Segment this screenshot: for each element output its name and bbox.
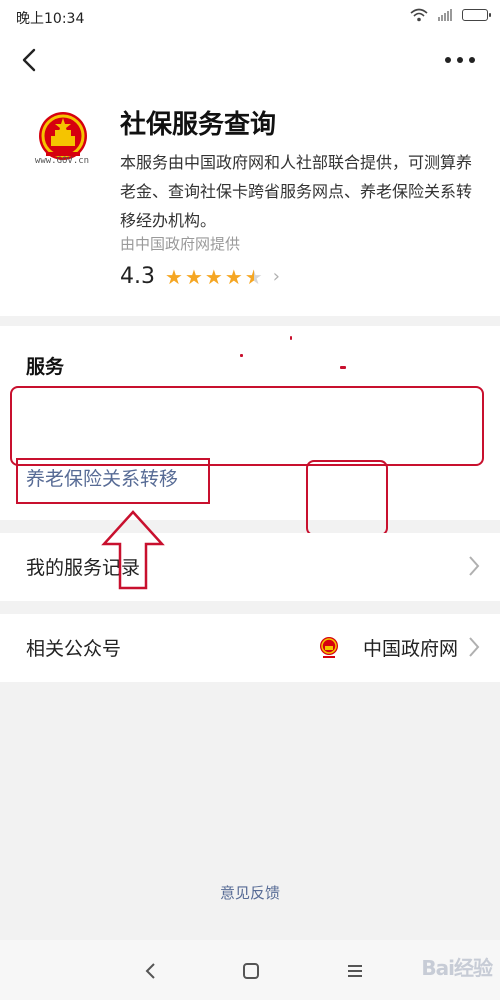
my-service-records-row[interactable]: 我的服务记录 xyxy=(0,533,500,601)
star-icon: ★ xyxy=(184,264,203,289)
signal-icon xyxy=(438,9,452,21)
logo-caption: www.GOV.cn xyxy=(34,156,90,166)
nav-bar xyxy=(0,32,500,88)
star-icon: ★ xyxy=(165,264,183,289)
half-star-icon: ★ xyxy=(244,264,263,289)
chevron-right-icon xyxy=(469,637,480,657)
status-icons xyxy=(410,8,491,22)
annotation-box xyxy=(16,458,210,504)
wifi-icon xyxy=(410,8,428,22)
national-emblem-icon xyxy=(39,112,87,160)
annotation-arrow xyxy=(101,510,165,590)
chevron-right-icon: › xyxy=(272,266,280,287)
annotation-mark xyxy=(340,366,346,369)
rating-row[interactable]: 4.3 ★ ★ ★ ★ ★ › xyxy=(120,264,280,289)
chevron-right-icon xyxy=(469,556,480,576)
annotation-mark xyxy=(240,354,243,357)
back-button[interactable] xyxy=(10,40,50,80)
annotation-mark xyxy=(290,336,292,340)
page-title: 社保服务查询 xyxy=(120,110,277,140)
rating-stars: ★ ★ ★ ★ ★ xyxy=(165,266,263,288)
app-provider: 由中国政府网提供 xyxy=(120,235,241,253)
home-square-icon[interactable] xyxy=(236,956,266,986)
menu-lines-icon[interactable] xyxy=(340,956,370,986)
national-emblem-icon xyxy=(320,637,338,658)
services-section: 服务 养老保险关系转移 xyxy=(0,326,500,536)
feedback-link[interactable]: 意见反馈 xyxy=(0,882,500,903)
status-bar: 晚上10:34 xyxy=(0,0,500,32)
watermark: Bai经验 xyxy=(421,956,493,980)
annotation-box xyxy=(10,386,484,466)
more-dots-icon xyxy=(445,57,475,63)
row-label: 相关公众号 xyxy=(26,638,122,660)
status-time: 晚上10:34 xyxy=(16,11,85,27)
annotation-box xyxy=(306,460,388,536)
star-icon: ★ xyxy=(204,264,223,289)
rating-value: 4.3 xyxy=(120,264,155,289)
more-button[interactable] xyxy=(440,44,480,76)
battery-icon xyxy=(462,9,491,21)
star-icon: ★ xyxy=(224,264,243,289)
related-account-row[interactable]: 相关公众号 中国政府网 xyxy=(0,614,500,682)
app-description: 本服务由中国政府网和人社部联合提供，可测算养老金、查询社保卡跨省服务网点、养老保… xyxy=(120,153,473,230)
services-title: 服务 xyxy=(26,356,65,378)
account-name: 中国政府网 xyxy=(362,638,458,660)
back-triangle-icon[interactable] xyxy=(136,956,166,986)
app-info-card: www.GOV.cn 社保服务查询 本服务由中国政府网和人社部联合提供，可测算养… xyxy=(0,88,500,316)
chevron-left-icon xyxy=(22,48,36,72)
system-nav-bar: Bai经验 xyxy=(0,940,500,1000)
